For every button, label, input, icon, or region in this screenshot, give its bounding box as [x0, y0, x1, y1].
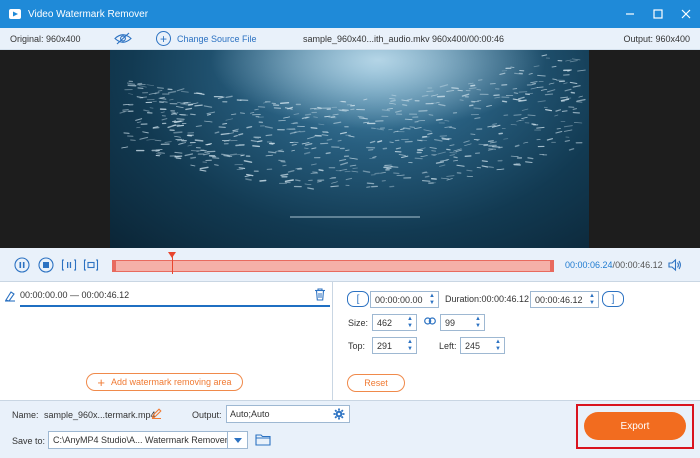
link-icon[interactable] [424, 317, 436, 327]
trim-end-handle[interactable] [550, 260, 554, 272]
video-frame [110, 50, 589, 248]
stop-button[interactable] [38, 257, 54, 273]
plus-icon: + [156, 31, 171, 46]
trim-start-handle[interactable] [112, 260, 116, 272]
set-start-button[interactable]: [ [347, 291, 369, 307]
time-readout: 00:00:06.24/00:00:46.12 [565, 260, 663, 270]
top-stepper[interactable]: ▲ ▼ [404, 338, 416, 353]
duration-label: Duration:00:00:46.12 [445, 294, 530, 304]
height-field[interactable]: 99 ▲ ▼ [440, 314, 485, 331]
chevron-down-icon[interactable] [227, 432, 247, 448]
left-field[interactable]: 245 ▲ ▼ [460, 337, 505, 354]
reset-button[interactable]: Reset [347, 374, 405, 392]
close-button[interactable] [672, 0, 700, 28]
add-area-label: Add watermark removing area [111, 377, 232, 387]
height-value: 99 [445, 317, 456, 328]
plus-icon: + [97, 374, 106, 390]
frame-step-button[interactable] [61, 257, 77, 273]
save-path-select[interactable]: C:\AnyMP4 Studio\A... Watermark Remover [48, 431, 248, 449]
app-logo-icon [8, 7, 22, 21]
segment-range: 00:00:00.00 — 00:00:46.12 [20, 290, 130, 300]
end-time-field[interactable]: 00:00:46.12 ▲ ▼ [530, 291, 599, 308]
current-time: 00:00:06.24 [565, 260, 613, 270]
output-settings-value: Auto;Auto [230, 409, 270, 419]
total-time: 00:00:46.12 [615, 260, 663, 270]
left-value: 245 [465, 340, 481, 351]
gear-icon[interactable] [333, 408, 345, 422]
eraser-icon [4, 290, 16, 304]
segment-underline [20, 305, 330, 307]
trash-icon[interactable] [314, 288, 326, 303]
change-source-button[interactable]: + Change Source File [156, 31, 257, 46]
start-time-stepper[interactable]: ▲ ▼ [426, 292, 438, 307]
start-time-value: 00:00:00.00 [375, 294, 423, 305]
width-value: 462 [377, 317, 393, 328]
save-path-value: C:\AnyMP4 Studio\A... Watermark Remover [53, 435, 228, 445]
preview-area [0, 50, 700, 248]
segment-panel: 00:00:00.00 — 00:00:46.12 + Add watermar… [0, 282, 333, 400]
save-to-label: Save to: [12, 436, 46, 446]
change-source-label: Change Source File [177, 33, 257, 44]
playhead[interactable] [172, 254, 173, 274]
original-resolution: Original: 960x400 [10, 33, 81, 44]
start-time-field[interactable]: 00:00:00.00 ▲ ▼ [370, 291, 439, 308]
timeline-track[interactable] [112, 260, 554, 272]
export-button[interactable]: Export [584, 412, 686, 440]
end-time-value: 00:00:46.12 [535, 294, 583, 305]
volume-icon[interactable] [668, 258, 682, 274]
top-field[interactable]: 291 ▲ ▼ [372, 337, 417, 354]
set-end-button[interactable]: ] [602, 291, 624, 307]
window-title: Video Watermark Remover [28, 8, 149, 20]
add-watermark-area-button[interactable]: + Add watermark removing area [86, 373, 243, 391]
end-time-stepper[interactable]: ▲ ▼ [586, 292, 598, 307]
folder-icon[interactable] [255, 433, 271, 448]
pencil-icon[interactable] [151, 408, 162, 421]
video-image [110, 50, 589, 248]
output-resolution: Output: 960x400 [623, 33, 690, 44]
left-stepper[interactable]: ▲ ▼ [492, 338, 504, 353]
eye-icon[interactable] [114, 32, 132, 47]
segment-row[interactable]: 00:00:00.00 — 00:00:46.12 [4, 286, 330, 307]
size-label: Size: [348, 318, 369, 328]
output-name-field[interactable]: sample_960x...termark.mp4 [44, 406, 156, 423]
pause-button[interactable] [14, 257, 30, 273]
snapshot-button[interactable] [83, 257, 99, 273]
name-label: Name: [12, 410, 39, 420]
top-label: Top: [348, 341, 366, 351]
height-stepper[interactable]: ▲ ▼ [472, 315, 484, 330]
top-value: 291 [377, 340, 393, 351]
source-fileinfo: 960x400/00:00:46 [432, 33, 505, 44]
width-stepper[interactable]: ▲ ▼ [404, 315, 416, 330]
title-bar: Video Watermark Remover [0, 0, 700, 28]
output-settings-field[interactable]: Auto;Auto [226, 405, 350, 423]
width-field[interactable]: 462 ▲ ▼ [372, 314, 417, 331]
source-filename: sample_960x40...ith_audio.mkv [303, 33, 430, 44]
minimize-button[interactable] [616, 0, 644, 28]
info-bar: Original: 960x400 + Change Source File s… [0, 28, 700, 50]
output-label: Output: [192, 410, 222, 420]
timeline-bar: 00:00:06.24/00:00:46.12 [0, 248, 700, 282]
left-label: Left: [439, 341, 457, 351]
maximize-button[interactable] [644, 0, 672, 28]
